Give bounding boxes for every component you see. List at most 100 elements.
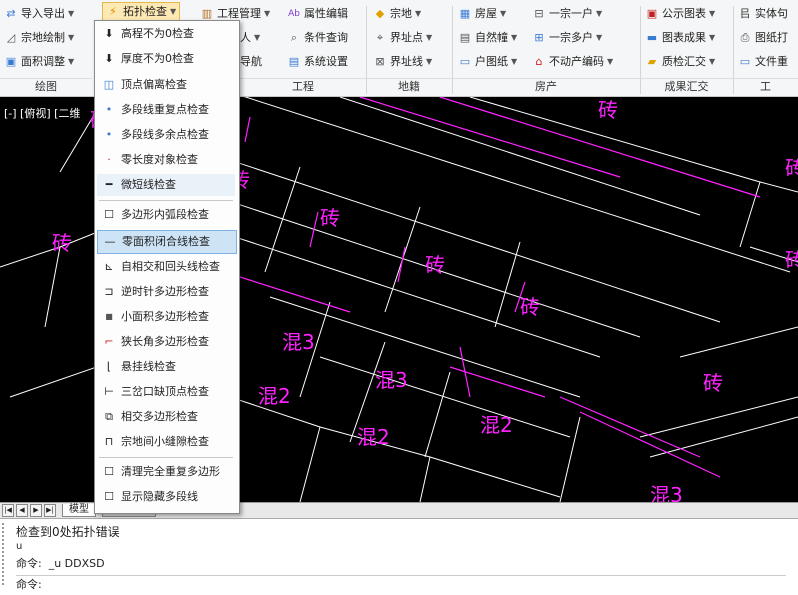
menu-item-ccw-polygon-check[interactable]: ⊐ 逆时针多边形检查 [97,281,235,303]
self-intersect-icon: ⊾ [104,260,114,273]
dash-icon: — [104,235,116,248]
menu-item-gap-check[interactable]: ⊓ 宗地间小缝隙检查 [97,431,235,453]
menu-item-label: 多段线多余点检查 [121,128,209,141]
print-button[interactable]: ⎙ 图纸打 [738,28,788,48]
ribbon-col3-label3: 导航 [240,55,262,68]
entity-button[interactable]: 㠯 实体句 [738,4,789,24]
menu-item-self-intersect-check[interactable]: ⊾ 自相交和回头线检查 [97,256,235,278]
menu-item-vertex-offset-check[interactable]: ◫ 顶点偏离检查 [97,74,235,96]
drawing-label: 砖 [703,371,723,395]
drawing-label: 砖 [785,156,798,180]
prev-tab-icon[interactable]: ◀ [16,504,28,517]
topology-check-icon: ⚡ [109,5,117,18]
menu-item-junction-vertex-check[interactable]: ⊢ 三岔口缺顶点检查 [97,381,235,403]
file-label: 文件重 [755,55,788,68]
boundary-point-label: 界址点 [390,31,423,44]
menu-item-zero-area-check[interactable]: — 零面积闭合线检查 [97,230,237,254]
next-tab-icon[interactable]: ▶ [30,504,42,517]
parcel-button[interactable]: ◆ 宗地 ▼ [373,4,421,24]
house-button[interactable]: ▦ 房屋 ▼ [458,4,506,24]
menu-item-label: 宗地间小缝隙检查 [121,435,209,448]
group-label-project: 工程 [240,78,366,95]
drawing-label: 混2 [357,425,390,449]
menu-item-hanging-line-check[interactable]: ⌊ 悬挂线检查 [97,356,235,378]
project-manage-icon: ▥ [201,7,213,20]
vertex-offset-icon: ◫ [103,78,115,91]
menu-item-zero-length-check[interactable]: · 零长度对象检查 [97,149,235,171]
ribbon-col3-label2: 人 [240,31,251,44]
one-parcel-multi-house-label: 一宗多户 [549,31,593,44]
menu-item-label: 微短线检查 [121,178,176,191]
one-parcel-one-house-button[interactable]: ⊟ 一宗一户 ▼ [532,4,602,24]
drawing-label: 砖 [52,231,72,255]
menu-item-label: 自相交和回头线检查 [121,260,220,273]
parcel-draw-button[interactable]: ◿ 宗地绘制 ▼ [4,28,74,48]
import-export-button[interactable]: ⇄ 导入导出 ▼ [4,4,74,24]
area-adjust-button[interactable]: ▣ 面积调整 ▼ [4,52,74,72]
menu-item-inner-arc-check[interactable]: ☐ 多边形内弧段检查 [97,204,235,226]
gap-icon: ⊓ [104,435,114,448]
tab-model[interactable]: 模型 [62,504,96,517]
drawing-label: 砖 [598,98,618,122]
menu-item-redundant-point-check[interactable]: • 多段线多余点检查 [97,124,235,146]
one-parcel-multi-house-button[interactable]: ⊞ 一宗多户 ▼ [532,28,602,48]
ribbon-col3-item2[interactable]: 人 ▼ [240,28,260,48]
system-settings-button[interactable]: ▤ 系统设置 [287,52,348,72]
quality-submit-button[interactable]: ▰ 质检汇交 ▼ [645,52,715,72]
household-drawing-label: 户图纸 [475,55,508,68]
ribbon-col3-item3[interactable]: 导航 [240,52,262,72]
boundary-point-button[interactable]: ⌖ 界址点 ▼ [373,28,432,48]
print-icon: ⎙ [740,31,750,44]
import-export-icon: ⇄ [6,7,16,20]
view-label[interactable]: [-] [俯视] [二维 [4,105,80,121]
drawing-label: 砖 [520,295,540,319]
entity-icon: 㠯 [739,7,751,20]
group-label-draw: 绘图 [0,78,92,95]
menu-item-intersect-polygon-check[interactable]: ⧉ 相交多边形检查 [97,406,235,428]
menu-item-duplicate-point-check[interactable]: • 多段线重复点检查 [97,99,235,121]
menu-item-label: 多边形内弧段检查 [121,208,209,221]
menu-item-label: 清理完全重复多边形 [121,465,220,478]
one-parcel-one-house-icon: ⊟ [534,7,544,20]
menu-separator [99,457,233,458]
attribute-edit-icon: Ab [288,9,300,19]
menu-item-elevation-check[interactable]: ⬇ 高程不为0检查 [97,23,235,45]
ccw-polygon-icon: ⊐ [104,285,114,298]
command-grip[interactable] [2,523,12,585]
condition-query-button[interactable]: ⌕ 条件查询 [287,28,348,48]
public-chart-button[interactable]: ▣ 公示图表 ▼ [645,4,715,24]
building-button[interactable]: ▤ 自然幢 ▼ [458,28,517,48]
group-label-tools: 工 [733,78,798,95]
drawing-label: 混2 [480,413,513,437]
chart-result-button[interactable]: ▬ 图表成果 ▼ [645,28,715,48]
menu-item-micro-line-check[interactable]: ━ 微短线检查 [97,174,235,196]
menu-item-show-hidden-polylines[interactable]: ☐ 显示隐藏多段线 [97,486,235,508]
menu-item-clean-duplicates[interactable]: ☐ 清理完全重复多边形 [97,461,235,483]
menu-item-label: 三岔口缺顶点检查 [121,385,209,398]
menu-item-label: 显示隐藏多段线 [121,490,198,503]
boundary-line-button[interactable]: ⊠ 界址线 ▼ [373,52,432,72]
last-tab-icon[interactable]: ▶| [44,504,56,517]
first-tab-icon[interactable]: |◀ [2,504,14,517]
file-button[interactable]: ▭ 文件重 [738,52,788,72]
command-input[interactable]: 命令: [16,575,786,592]
system-settings-label: 系统设置 [304,55,348,68]
parcel-draw-icon: ◿ [6,31,16,44]
small-square-icon: ■ [105,312,113,321]
menu-item-thickness-check[interactable]: ⬇ 厚度不为0检查 [97,48,235,70]
intersect-polygon-icon: ⧉ [105,410,113,423]
public-chart-label: 公示图表 [662,7,706,20]
entity-label: 实体句 [755,7,788,20]
menu-separator [99,200,233,201]
real-estate-code-button[interactable]: ⌂ 不动产编码 ▼ [532,52,614,72]
junction-icon: ⊢ [104,385,114,398]
download-arrow-icon: ⬇ [104,27,114,40]
household-drawing-button[interactable]: ▭ 户图纸 ▼ [458,52,517,72]
chart-result-label: 图表成果 [662,31,706,44]
menu-item-narrow-angle-check[interactable]: ⌐ 狭长角多边形检查 [97,331,235,353]
menu-item-small-area-check[interactable]: ■ 小面积多边形检查 [97,306,235,328]
topology-check-label: 拓扑检查 [123,5,167,18]
attribute-edit-button[interactable]: Ab 属性编辑 [287,4,348,24]
topology-check-button[interactable]: ⚡ 拓扑检查 ▼ [102,2,181,22]
household-drawing-icon: ▭ [459,55,471,68]
